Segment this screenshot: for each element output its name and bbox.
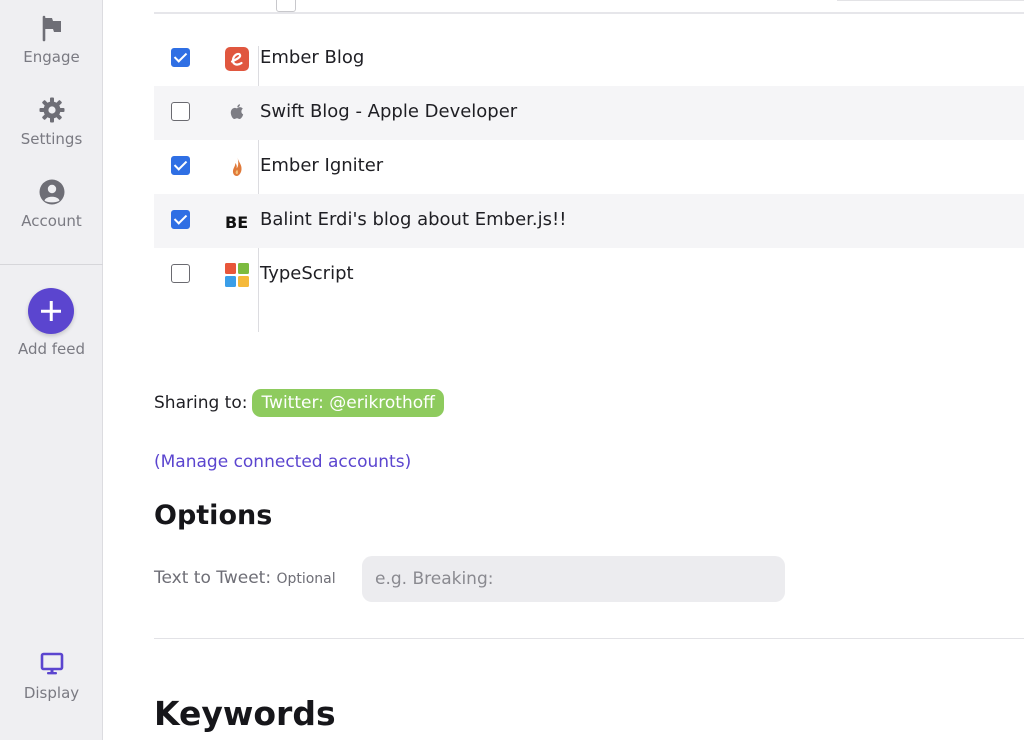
feed-checkbox[interactable] [171, 210, 190, 229]
tweet-text-input[interactable] [362, 556, 785, 602]
monitor-icon [40, 652, 63, 675]
windows-squares-icon [225, 263, 249, 287]
partial-checkbox [276, 0, 296, 12]
feed-row[interactable]: TypeScript [154, 248, 1024, 302]
feed-row[interactable]: Swift Blog - Apple Developer [154, 86, 1024, 140]
feed-list: Ember Blog Swift Blog - Apple Developer … [154, 32, 1024, 332]
apple-icon [230, 104, 244, 119]
be-initials-text: BE [225, 213, 248, 232]
nav-account[interactable]: Account [0, 178, 103, 230]
sharing-label: Sharing to: [154, 393, 248, 413]
nav-settings[interactable]: Settings [0, 96, 103, 148]
sharing-row: Sharing to: Twitter: @erikrothoff [154, 389, 444, 417]
feed-title: TypeScript [260, 263, 354, 284]
be-initials-icon: BE [225, 213, 248, 232]
tweet-text-label: Text to Tweet: Optional [154, 568, 336, 588]
feed-checkbox[interactable] [171, 48, 190, 67]
sidebar-divider [0, 264, 103, 265]
feed-row[interactable]: Ember Blog [154, 32, 1024, 86]
nav-account-label: Account [21, 212, 82, 230]
nav-engage[interactable]: Engage [0, 14, 103, 66]
list-top-edge [154, 0, 1024, 14]
feed-title: Balint Erdi's blog about Ember.js!! [260, 209, 567, 230]
flame-icon [232, 157, 242, 176]
feed-row[interactable]: BE Balint Erdi's blog about Ember.js!! [154, 194, 1024, 248]
gear-icon [39, 97, 64, 123]
feed-title: Ember Igniter [260, 155, 384, 176]
feed-title: Ember Blog [260, 47, 365, 68]
options-heading: Options [154, 500, 273, 531]
manage-accounts-link[interactable]: (Manage connected accounts) [154, 452, 411, 472]
user-circle-icon [39, 179, 64, 205]
ember-e-icon [225, 47, 249, 71]
tweet-text-label-main: Text to Tweet: [154, 568, 272, 588]
sidebar: Engage Settings Account Add feed Display [0, 0, 103, 740]
top-right-edge [837, 0, 1024, 1]
twitter-account-badge[interactable]: Twitter: @erikrothoff [252, 389, 444, 417]
feed-title: Swift Blog - Apple Developer [260, 101, 518, 122]
feed-checkbox[interactable] [171, 102, 190, 121]
flag-icon [42, 15, 61, 42]
nav-display-label: Display [23, 684, 80, 702]
feed-row[interactable]: Ember Igniter [154, 140, 1024, 194]
add-feed-button[interactable] [28, 288, 74, 334]
keywords-heading: Keywords [154, 694, 336, 733]
nav-engage-label: Engage [23, 48, 80, 66]
nav-settings-label: Settings [20, 130, 83, 148]
optional-label: Optional [276, 571, 336, 587]
feed-checkbox[interactable] [171, 156, 190, 175]
add-feed-label: Add feed [17, 340, 86, 358]
main-content: Ember Blog Swift Blog - Apple Developer … [103, 0, 1024, 740]
section-divider [154, 638, 1024, 639]
feed-checkbox[interactable] [171, 264, 190, 283]
nav-display[interactable]: Display [0, 650, 103, 702]
